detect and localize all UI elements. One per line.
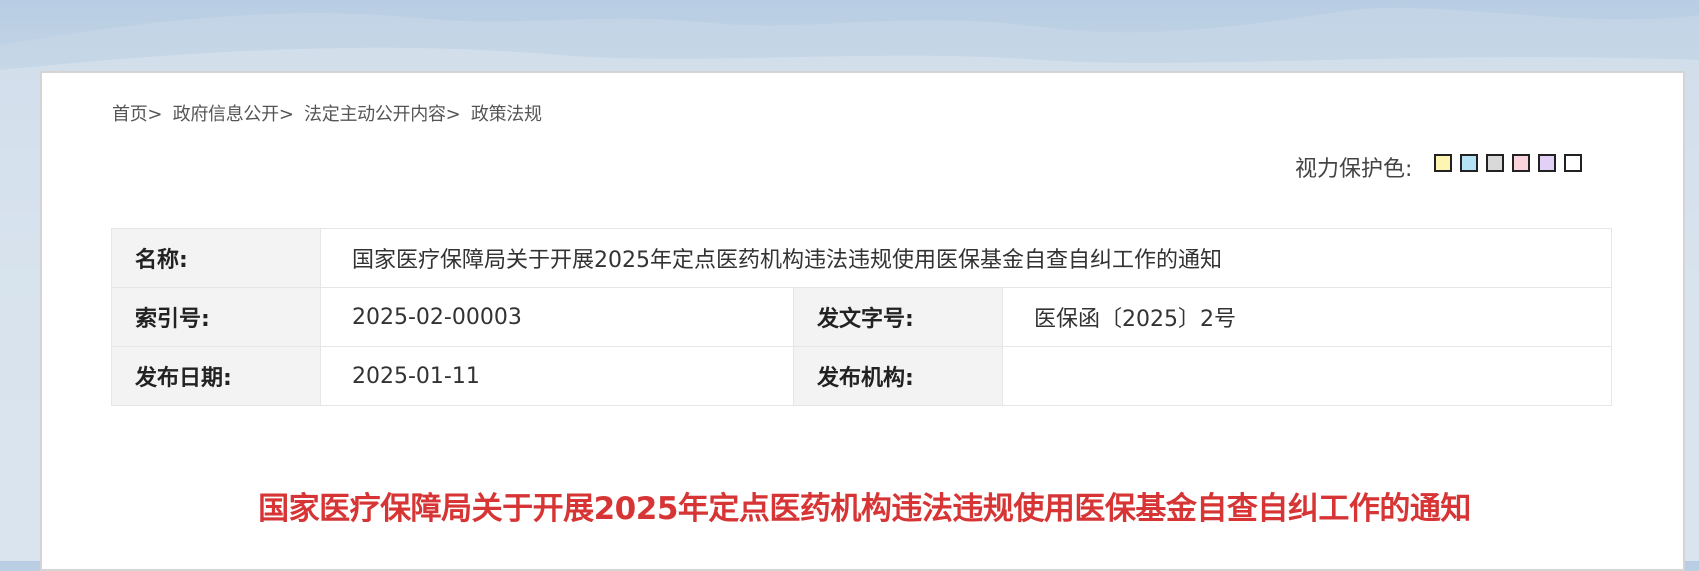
meta-row-name: 名称: 国家医疗保障局关于开展2025年定点医药机构违法违规使用医保基金自查自纠… [111, 228, 1613, 288]
content-card: 首页> 政府信息公开> 法定主动公开内容> 政策法规 视力保护色: 名称: 国家… [40, 71, 1685, 571]
eye-protection-label: 视力保护色: [1295, 157, 1413, 182]
swatch-gray[interactable] [1486, 154, 1505, 172]
name-label: 名称: [111, 228, 321, 288]
swatch-blue[interactable] [1460, 154, 1479, 172]
index-label: 索引号: [111, 287, 321, 347]
date-value: 2025-01-11 [320, 346, 794, 406]
eye-protection-bar: 视力保护色: [1295, 154, 1583, 182]
breadcrumb-policy[interactable]: 政策法规 [471, 104, 542, 125]
breadcrumb-separator: > [278, 104, 294, 125]
document-meta-table: 名称: 国家医疗保障局关于开展2025年定点医药机构违法违规使用医保基金自查自纠… [111, 228, 1613, 406]
meta-row-index: 索引号: 2025-02-00003 发文字号: 医保函〔2025〕2号 [111, 287, 1613, 347]
breadcrumb-separator: > [147, 104, 163, 125]
breadcrumb-separator: > [445, 104, 461, 125]
date-label: 发布日期: [111, 346, 321, 406]
index-value: 2025-02-00003 [320, 287, 794, 347]
swatch-purple[interactable] [1538, 154, 1557, 172]
breadcrumb-gov-info[interactable]: 政府信息公开 [173, 104, 280, 125]
swatch-white[interactable] [1564, 154, 1583, 172]
breadcrumb: 首页> 政府信息公开> 法定主动公开内容> 政策法规 [112, 100, 542, 126]
meta-row-date: 发布日期: 2025-01-11 发布机构: [111, 346, 1613, 406]
breadcrumb-home[interactable]: 首页 [112, 104, 148, 125]
swatch-yellow[interactable] [1434, 154, 1453, 172]
name-value: 国家医疗保障局关于开展2025年定点医药机构违法违规使用医保基金自查自纠工作的通… [319, 228, 1613, 288]
color-swatches [1434, 154, 1583, 172]
document-title: 国家医疗保障局关于开展2025年定点医药机构违法违规使用医保基金自查自纠工作的通… [258, 491, 1471, 527]
docno-label: 发文字号: [793, 287, 1003, 347]
docno-value: 医保函〔2025〕2号 [1001, 287, 1613, 347]
breadcrumb-legal-content[interactable]: 法定主动公开内容 [304, 104, 446, 125]
org-value [1001, 346, 1613, 406]
org-label: 发布机构: [793, 346, 1003, 406]
swatch-pink[interactable] [1512, 154, 1531, 172]
